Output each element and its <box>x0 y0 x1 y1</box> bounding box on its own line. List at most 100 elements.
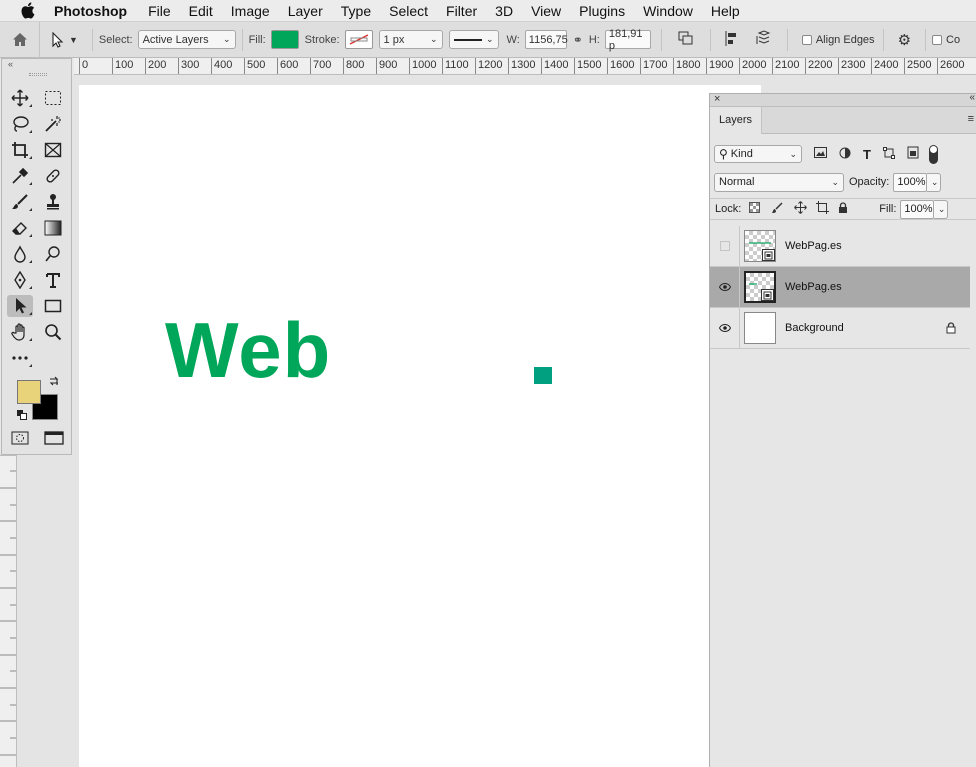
filter-shape-icon[interactable] <box>882 146 895 162</box>
layer-row-selected[interactable]: WebPag.es <box>710 266 970 308</box>
lock-label: Lock: <box>715 203 742 215</box>
panel-menu-icon[interactable]: ≡ <box>968 113 974 125</box>
screen-mode-icon[interactable] <box>44 431 64 448</box>
stroke-width-dropdown[interactable]: 1 px ⌄ <box>378 30 443 49</box>
menu-view[interactable]: View <box>522 0 570 22</box>
collapse-panel-icon[interactable]: « <box>2 59 71 69</box>
blur-tool-icon[interactable] <box>7 243 33 265</box>
link-icon[interactable]: ⚭ <box>573 33 583 47</box>
menu-3d[interactable]: 3D <box>486 0 522 22</box>
width-field[interactable]: 1156,75 <box>524 30 568 49</box>
rectangle-tool-icon[interactable] <box>40 295 66 317</box>
swap-colors-icon[interactable] <box>48 375 60 390</box>
close-panel-icon[interactable]: × <box>714 93 720 105</box>
layer-visibility-toggle[interactable] <box>710 307 740 349</box>
height-field[interactable]: 181,91 p <box>604 28 651 52</box>
filter-smart-object-icon[interactable] <box>907 146 919 162</box>
horizontal-ruler[interactable]: 0 100 200 300 400 500 600 700 800 900 10… <box>74 58 976 75</box>
path-selection-tool-icon[interactable] <box>7 295 33 317</box>
canvas-text-web[interactable]: Web <box>165 305 331 396</box>
menu-plugins[interactable]: Plugins <box>570 0 634 22</box>
tab-layers[interactable]: Layers <box>710 107 763 134</box>
stroke-type-dropdown[interactable]: ⌄ <box>448 30 499 49</box>
dodge-tool-icon[interactable] <box>40 243 66 265</box>
canvas-dot-shape[interactable] <box>534 367 552 384</box>
move-tool-icon[interactable] <box>7 87 33 109</box>
gear-icon[interactable]: ⚙ <box>898 31 911 49</box>
panel-grip[interactable] <box>29 73 47 76</box>
collapse-panel-icon[interactable]: « <box>969 92 975 103</box>
magic-wand-icon[interactable] <box>40 113 66 135</box>
menu-app-name[interactable]: Photoshop <box>54 0 139 22</box>
menu-type[interactable]: Type <box>332 0 380 22</box>
menu-window[interactable]: Window <box>634 0 702 22</box>
menu-edit[interactable]: Edit <box>180 0 222 22</box>
home-button[interactable] <box>0 21 40 58</box>
fill-color-swatch[interactable] <box>270 30 299 49</box>
path-selection-tool-preset[interactable]: ▼ <box>50 31 78 48</box>
layer-visibility-toggle[interactable] <box>710 225 740 267</box>
lasso-tool-icon[interactable] <box>7 113 33 135</box>
zoom-tool-icon[interactable] <box>40 321 66 343</box>
lock-position-icon[interactable] <box>794 201 808 217</box>
filter-adjustment-icon[interactable] <box>839 147 851 162</box>
constrain-checkbox[interactable] <box>932 34 943 45</box>
smart-object-icon <box>761 289 774 301</box>
lock-all-icon[interactable] <box>838 201 848 217</box>
path-operations-icon[interactable] <box>678 31 694 48</box>
ruler-tick: 2600 <box>937 58 964 74</box>
filter-pixel-icon[interactable] <box>814 147 827 161</box>
eyedropper-icon[interactable] <box>7 165 33 187</box>
layer-visibility-toggle[interactable] <box>710 266 740 308</box>
layer-row[interactable]: Background <box>710 307 970 349</box>
menu-filter[interactable]: Filter <box>437 0 486 22</box>
blend-mode-dropdown[interactable]: Normal ⌄ <box>714 172 844 192</box>
ruler-tick: 1800 <box>673 58 700 74</box>
rectangular-marquee-icon[interactable] <box>40 87 66 109</box>
lock-transparent-icon[interactable] <box>749 202 761 216</box>
stroke-color-swatch[interactable] <box>344 30 373 49</box>
align-edges-checkbox[interactable] <box>801 34 812 45</box>
layer-name[interactable]: WebPag.es <box>785 240 842 252</box>
lock-artboard-icon[interactable] <box>816 201 830 217</box>
healing-brush-icon[interactable] <box>40 165 66 187</box>
filter-kind-dropdown[interactable]: ⚲ Kind ⌄ <box>714 145 802 163</box>
menu-file[interactable]: File <box>139 0 180 22</box>
foreground-color-swatch[interactable] <box>17 380 41 404</box>
clone-stamp-icon[interactable] <box>40 191 66 213</box>
menu-help[interactable]: Help <box>702 0 749 22</box>
frame-tool-icon[interactable] <box>40 139 66 161</box>
default-colors-icon[interactable] <box>17 409 27 423</box>
type-tool-icon[interactable] <box>40 269 66 291</box>
menu-image[interactable]: Image <box>222 0 279 22</box>
ruler-tick: 1900 <box>706 58 733 74</box>
layer-row[interactable]: WebPag.es <box>710 225 970 267</box>
more-tools-icon[interactable] <box>7 347 33 369</box>
crop-tool-icon[interactable] <box>7 139 33 161</box>
layer-name[interactable]: WebPag.es <box>785 281 842 293</box>
brush-tool-icon[interactable] <box>7 191 33 213</box>
fill-field[interactable]: 100% <box>900 199 935 219</box>
document-canvas[interactable] <box>79 85 761 767</box>
path-alignment-icon[interactable] <box>725 30 739 49</box>
fill-dropdown[interactable]: ⌄ <box>934 199 949 219</box>
gradient-tool-icon[interactable] <box>40 217 66 239</box>
menu-select[interactable]: Select <box>380 0 437 22</box>
apple-icon[interactable] <box>20 2 38 20</box>
filter-toggle-switch[interactable] <box>928 144 938 164</box>
lock-pixels-icon[interactable] <box>771 201 783 217</box>
menu-layer[interactable]: Layer <box>279 0 332 22</box>
hand-tool-icon[interactable] <box>7 321 33 343</box>
layer-name[interactable]: Background <box>785 322 844 334</box>
select-dropdown[interactable]: Active Layers ⌄ <box>137 30 236 49</box>
fill-label: Fill: <box>879 203 897 215</box>
filter-type-icon[interactable]: T <box>863 147 871 162</box>
opacity-dropdown[interactable]: ⌄ <box>927 172 942 192</box>
quick-mask-icon[interactable] <box>11 431 29 448</box>
eraser-tool-icon[interactable] <box>7 217 33 239</box>
opacity-field[interactable]: 100% <box>893 172 928 192</box>
vertical-ruler[interactable] <box>0 455 17 767</box>
path-arrangement-icon[interactable] <box>755 30 773 49</box>
pen-tool-icon[interactable] <box>7 269 33 291</box>
lock-icon[interactable] <box>946 322 956 337</box>
